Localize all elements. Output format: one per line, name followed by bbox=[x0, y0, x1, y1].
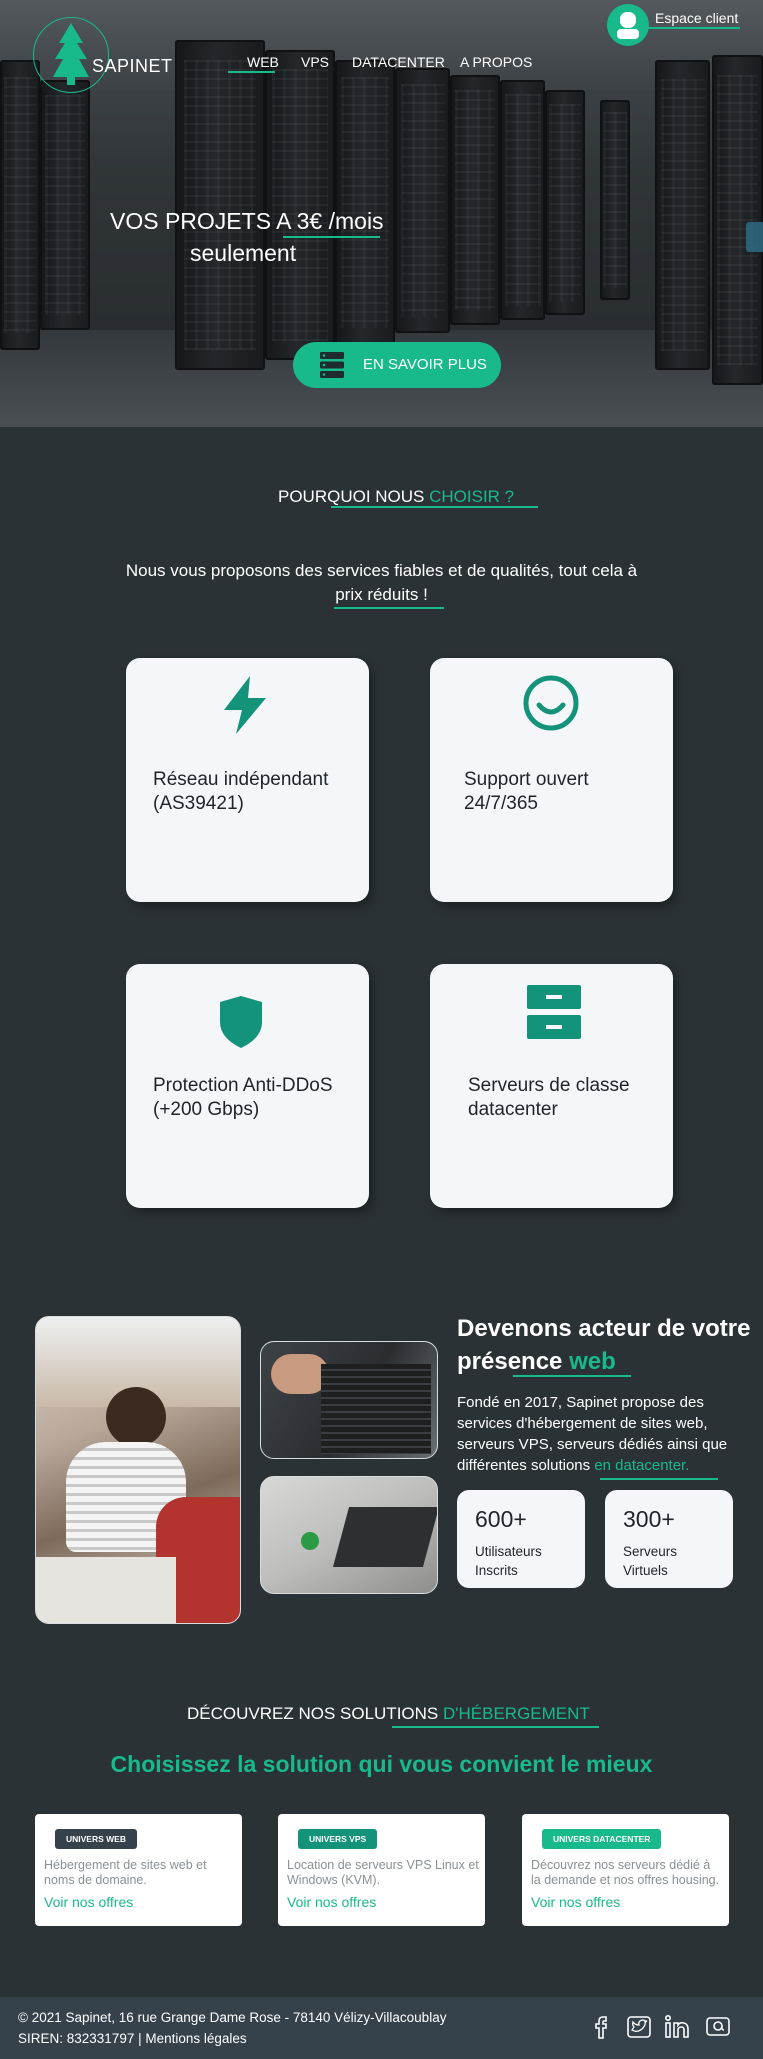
nav-item-datacenter[interactable]: DATACENTER bbox=[352, 54, 445, 70]
hero-banner: SAPINET WEB VPS DATACENTER A PROPOS Espa… bbox=[0, 0, 763, 427]
footer-legal[interactable]: SIREN: 832331797 | Mentions légales bbox=[18, 2031, 247, 2046]
footer: © 2021 Sapinet, 16 rue Grange Dame Rose … bbox=[0, 1997, 763, 2059]
offer-card-vps[interactable]: UNIVERS VPS Location de serveurs VPS Lin… bbox=[278, 1814, 485, 1926]
about-title-underline bbox=[513, 1375, 631, 1377]
feature-card-servers: Serveurs de classe datacenter bbox=[430, 964, 673, 1208]
twitter-icon[interactable] bbox=[625, 2013, 653, 2041]
learn-more-label: EN SAVOIR PLUS bbox=[363, 356, 487, 373]
hero-title-prefix: VOS PROJETS A bbox=[110, 208, 297, 234]
feature-detail: (+200 Gbps) bbox=[153, 1099, 260, 1120]
offer-card-datacenter[interactable]: UNIVERS DATACENTER Découvrez nos serveur… bbox=[522, 1814, 729, 1926]
stat-value: 600+ bbox=[475, 1506, 527, 1532]
solutions-subheading: Choisissez la solution qui vous convient… bbox=[110, 1751, 653, 1777]
offer-link[interactable]: Voir nos offres bbox=[287, 1894, 376, 1910]
stat-card-servers: 300+ Serveurs Virtuels bbox=[605, 1490, 733, 1588]
hero-title: VOS PROJETS A 3€ /mois bbox=[110, 208, 384, 235]
why-heading-accent: CHOISIR ? bbox=[429, 487, 515, 506]
feature-detail: (AS39421) bbox=[153, 793, 244, 814]
feature-title: Réseau indépendant bbox=[153, 769, 329, 790]
solutions-heading-prefix: DÉCOUVREZ NOS SOLUTIONS bbox=[187, 1704, 443, 1723]
why-heading-underline bbox=[331, 506, 538, 508]
facebook-icon[interactable] bbox=[587, 2013, 615, 2041]
logo[interactable] bbox=[33, 17, 109, 93]
about-title-prefix: présence bbox=[457, 1348, 570, 1375]
email-icon[interactable] bbox=[704, 2013, 732, 2041]
stat-label: Serveurs Virtuels bbox=[623, 1542, 723, 1580]
linkedin-icon[interactable] bbox=[663, 2013, 693, 2041]
solutions-heading-underline bbox=[392, 1726, 599, 1728]
about-text: Fondé en 2017, Sapinet propose des servi… bbox=[457, 1392, 742, 1476]
feature-card-support: Support ouvert 24/7/365 bbox=[430, 658, 673, 902]
photo-suction-lifter bbox=[301, 1532, 319, 1550]
offer-badge: UNIVERS VPS bbox=[298, 1829, 378, 1849]
offer-link[interactable]: Voir nos offres bbox=[44, 1894, 133, 1910]
about-title-line2: présence web bbox=[457, 1345, 757, 1378]
feature-title: Serveurs de classe bbox=[468, 1075, 630, 1096]
feature-title: Support ouvert bbox=[464, 769, 589, 790]
nav-item-vps[interactable]: VPS bbox=[301, 54, 329, 70]
photo-rack bbox=[321, 1364, 431, 1454]
offer-description: Location de serveurs VPS Linux et Window… bbox=[287, 1858, 479, 1887]
smiley-icon bbox=[523, 675, 579, 731]
photo-desk bbox=[36, 1557, 176, 1623]
about-text-accent[interactable]: en datacenter. bbox=[594, 1457, 689, 1474]
stat-value: 300+ bbox=[623, 1506, 675, 1532]
why-intro-underline bbox=[334, 607, 444, 609]
about-title-accent: web bbox=[569, 1348, 616, 1375]
stat-label: Utilisateurs Inscrits bbox=[475, 1542, 575, 1580]
brand-name: SAPINET bbox=[92, 56, 173, 76]
offer-card-web[interactable]: UNIVERS WEB Hébergement de sites web et … bbox=[35, 1814, 242, 1926]
offer-badge: UNIVERS WEB bbox=[55, 1829, 137, 1849]
stat-label-line1: Utilisateurs bbox=[475, 1544, 542, 1559]
team-photo bbox=[35, 1316, 241, 1624]
about-title-line1: Devenons acteur de votre bbox=[457, 1315, 751, 1342]
stat-card-users: 600+ Utilisateurs Inscrits bbox=[457, 1490, 585, 1588]
side-tab[interactable] bbox=[746, 222, 763, 252]
about-title: Devenons acteur de votre présence web bbox=[457, 1312, 757, 1378]
why-heading-prefix: POURQUOI NOUS bbox=[278, 487, 430, 506]
user-icon bbox=[617, 12, 639, 39]
nav-item-web[interactable]: WEB bbox=[247, 54, 279, 70]
tree-logo-icon bbox=[53, 23, 89, 85]
feature-title: Protection Anti-DDoS bbox=[153, 1075, 333, 1096]
client-area-button[interactable] bbox=[607, 4, 649, 46]
hero-title-suffix: /mois bbox=[322, 208, 384, 234]
footer-address: © 2021 Sapinet, 16 rue Grange Dame Rose … bbox=[18, 2010, 447, 2025]
feature-card-network: Réseau indépendant (AS39421) bbox=[126, 658, 369, 902]
feature-detail: datacenter bbox=[468, 1099, 558, 1120]
lightning-icon bbox=[224, 676, 266, 734]
server-icon bbox=[527, 985, 581, 1039]
server-stack-icon bbox=[320, 352, 344, 378]
why-intro-accent: prix réduits ! bbox=[335, 585, 428, 604]
stat-label-line1: Serveurs bbox=[623, 1544, 678, 1559]
why-intro: Nous vous proposons des services fiables… bbox=[125, 561, 638, 580]
offer-badge: UNIVERS DATACENTER bbox=[542, 1829, 662, 1849]
stat-label-line2: Virtuels bbox=[623, 1563, 668, 1578]
solutions-heading: DÉCOUVREZ NOS SOLUTIONS D'HÉBERGEMENT bbox=[187, 1704, 590, 1724]
solutions-heading-accent: D'HÉBERGEMENT bbox=[442, 1704, 590, 1723]
hero-title-price: 3€ bbox=[296, 208, 323, 234]
about-text-underline bbox=[600, 1478, 718, 1480]
photo-person-head bbox=[106, 1387, 166, 1447]
stat-label-line2: Inscrits bbox=[475, 1563, 518, 1578]
shield-icon bbox=[220, 996, 262, 1048]
feature-detail: 24/7/365 bbox=[464, 793, 538, 814]
photo-floor-opening bbox=[332, 1507, 437, 1567]
hero-title-underline bbox=[283, 236, 380, 238]
why-heading: POURQUOI NOUS CHOISIR ? bbox=[278, 487, 514, 507]
nav-active-underline bbox=[228, 71, 275, 73]
feature-card-ddos: Protection Anti-DDoS (+200 Gbps) bbox=[126, 964, 369, 1208]
offer-description: Hébergement de sites web et noms de doma… bbox=[44, 1858, 207, 1887]
hero-title-line2: seulement bbox=[190, 240, 297, 266]
client-underline bbox=[648, 27, 740, 29]
client-area-label[interactable]: Espace client bbox=[655, 10, 738, 26]
offer-link[interactable]: Voir nos offres bbox=[531, 1894, 620, 1910]
offer-description: Découvrez nos serveurs dédié à la demand… bbox=[531, 1858, 720, 1887]
floor-tile-photo bbox=[260, 1476, 438, 1594]
server-hands-photo bbox=[260, 1341, 438, 1459]
learn-more-button[interactable]: EN SAVOIR PLUS bbox=[293, 342, 501, 388]
nav-item-a-propos[interactable]: A PROPOS bbox=[460, 54, 532, 70]
